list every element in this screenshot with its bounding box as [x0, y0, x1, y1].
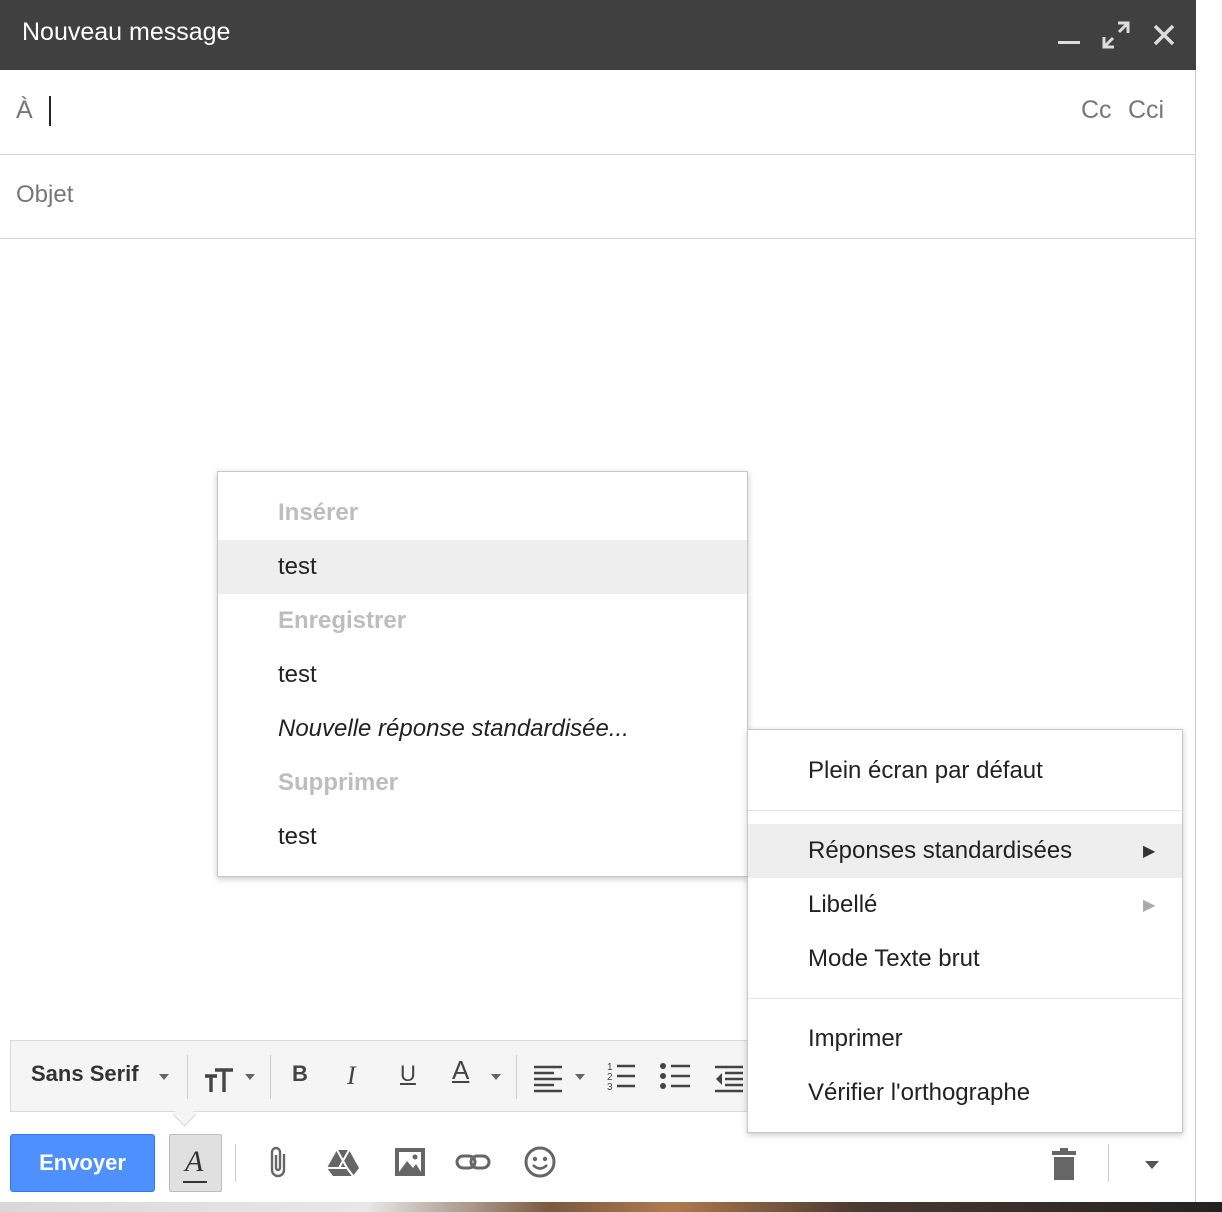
desktop-background-strip	[0, 1202, 1222, 1212]
submenu-header-insert: Insérer	[278, 499, 359, 526]
menu-item-label[interactable]: Libellé ▶	[748, 878, 1182, 932]
insert-item-test[interactable]: test	[218, 540, 747, 594]
new-canned-response-item[interactable]: Nouvelle réponse standardisée...	[218, 702, 747, 756]
cci-link[interactable]: Cci	[1128, 96, 1164, 125]
subject-placeholder: Objet	[16, 181, 74, 208]
expand-icon[interactable]	[1101, 20, 1131, 50]
numbered-list-icon[interactable]: 1 2 3	[606, 1059, 636, 1093]
more-options-menu: Plein écran par défaut Réponses standard…	[747, 729, 1183, 1133]
indent-less-icon[interactable]	[713, 1061, 745, 1095]
to-field[interactable]: À Cc Cci	[0, 70, 1195, 155]
format-text-icon: A	[185, 1145, 204, 1178]
drive-icon[interactable]	[325, 1144, 361, 1180]
bold-button[interactable]: B	[292, 1061, 308, 1095]
toolbar-divider	[270, 1055, 271, 1099]
menu-item-fullscreen-default[interactable]: Plein écran par défaut	[748, 744, 1182, 798]
canned-responses-submenu: Insérer test Enregistrer test Nouvelle r…	[217, 471, 748, 877]
menu-divider	[748, 810, 1182, 811]
cc-link[interactable]: Cc	[1081, 96, 1112, 125]
formatting-toolbar: Sans Serif B I U A 1 2 3	[10, 1040, 771, 1112]
text-color-button[interactable]: A	[452, 1055, 469, 1089]
align-icon[interactable]	[532, 1061, 564, 1095]
photo-icon[interactable]	[392, 1144, 428, 1180]
chevron-down-icon	[245, 1074, 255, 1080]
to-label: À	[16, 96, 33, 124]
text-size-icon[interactable]	[203, 1063, 237, 1097]
menu-divider	[748, 998, 1182, 999]
submenu-header-save: Enregistrer	[278, 607, 407, 634]
action-divider	[235, 1144, 236, 1182]
toolbar-divider	[516, 1055, 517, 1099]
menu-item-canned-responses[interactable]: Réponses standardisées ▶	[748, 824, 1182, 878]
menu-item-plain-text-mode[interactable]: Mode Texte brut	[748, 932, 1182, 986]
format-underline-bar	[183, 1181, 207, 1183]
action-divider	[1108, 1144, 1109, 1182]
send-button[interactable]: Envoyer	[10, 1134, 155, 1192]
trash-icon[interactable]	[1046, 1146, 1082, 1182]
chevron-down-icon	[575, 1074, 585, 1080]
italic-button[interactable]: I	[347, 1061, 356, 1095]
emoji-icon[interactable]	[522, 1144, 558, 1180]
compose-title: Nouveau message	[22, 18, 231, 46]
submenu-arrow-icon: ▶	[1143, 843, 1156, 860]
text-caret	[49, 96, 51, 126]
chevron-down-icon	[159, 1074, 169, 1080]
menu-item-print[interactable]: Imprimer	[748, 1012, 1182, 1066]
menu-item-spellcheck[interactable]: Vérifier l'orthographe	[748, 1066, 1182, 1120]
subject-field[interactable]: Objet	[0, 155, 1195, 239]
link-icon[interactable]	[455, 1144, 491, 1180]
delete-item-test[interactable]: test	[218, 810, 747, 864]
submenu-arrow-icon: ▶	[1143, 897, 1156, 914]
chevron-down-icon	[491, 1074, 501, 1080]
font-family-select[interactable]: Sans Serif	[31, 1061, 139, 1095]
save-item-test[interactable]: test	[218, 648, 747, 702]
toolbar-divider	[187, 1055, 188, 1099]
bulleted-list-icon[interactable]	[659, 1059, 691, 1093]
compose-titlebar[interactable]: Nouveau message	[0, 0, 1196, 70]
close-icon[interactable]	[1149, 20, 1179, 50]
formatting-toggle-button[interactable]: A	[169, 1134, 222, 1192]
more-options-icon[interactable]	[1145, 1161, 1159, 1169]
submenu-header-delete: Supprimer	[278, 769, 399, 796]
svg-text:3: 3	[607, 1082, 613, 1093]
minimize-icon[interactable]	[1054, 20, 1084, 50]
underline-button[interactable]: U	[400, 1061, 416, 1095]
attach-icon[interactable]	[262, 1144, 298, 1180]
